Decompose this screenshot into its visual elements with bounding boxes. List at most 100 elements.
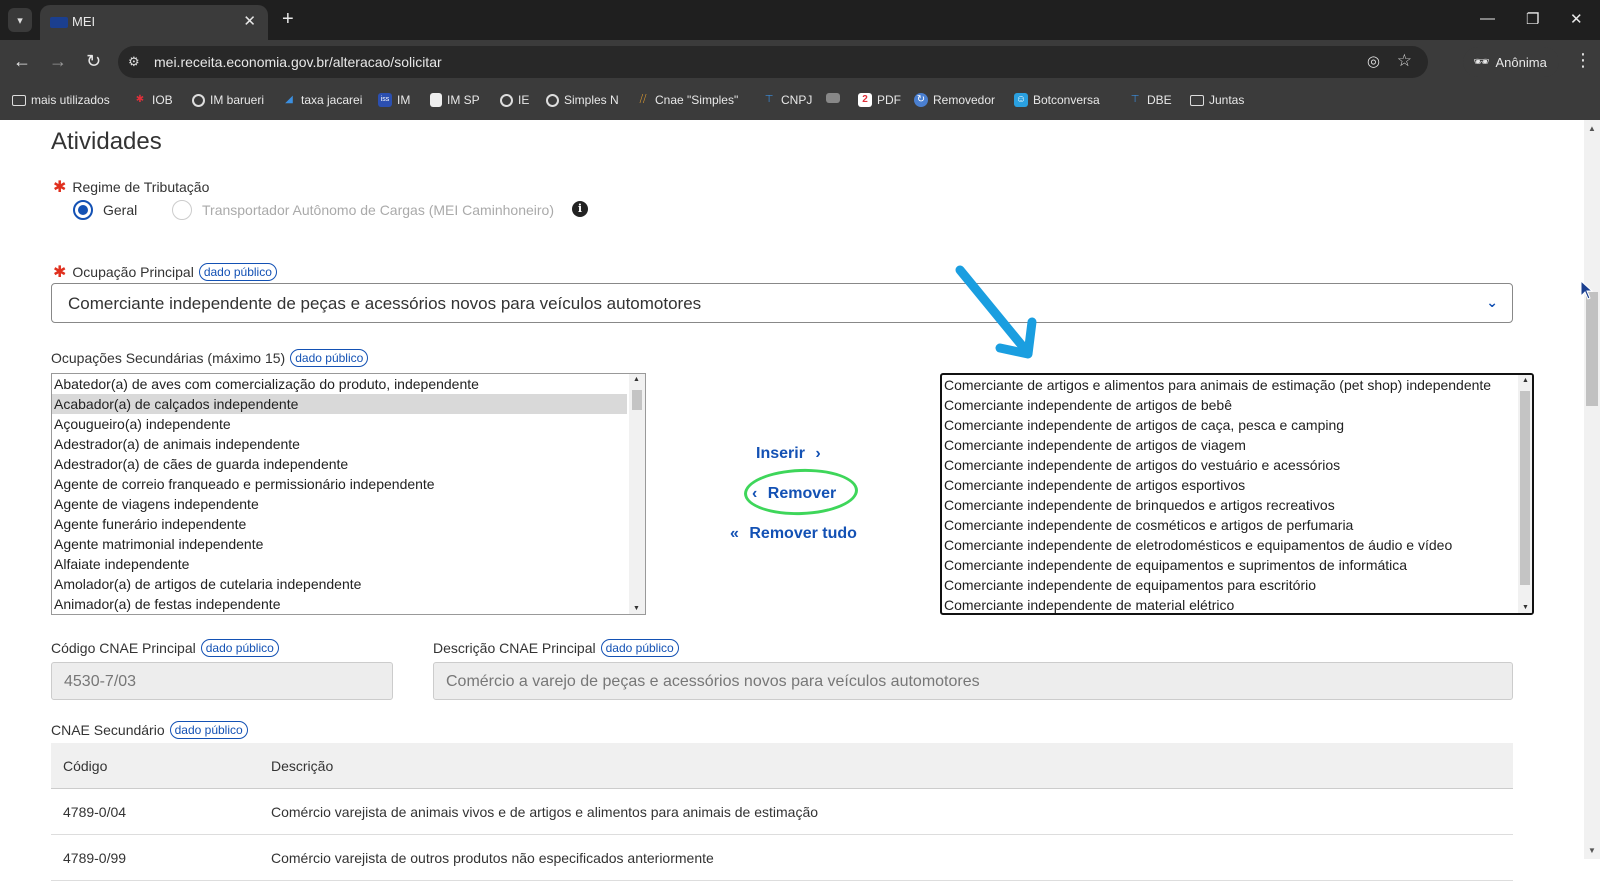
dado-publico-badge: dado público — [290, 349, 369, 367]
close-window-icon[interactable]: ✕ — [1570, 10, 1583, 28]
bookmark-item[interactable]: ✱ IOB — [133, 93, 173, 107]
bookmark-folder[interactable]: mais utilizados — [12, 93, 110, 107]
bookmark-item[interactable]: ⊤ DBE — [1128, 93, 1172, 107]
scroll-thumb[interactable] — [1520, 391, 1530, 585]
page-scroll-thumb[interactable] — [1586, 292, 1598, 406]
scroll-down-icon[interactable]: ▼ — [1522, 604, 1529, 611]
scroll-up-icon[interactable]: ▲ — [633, 376, 640, 383]
scroll-thumb[interactable] — [632, 390, 642, 410]
list-item[interactable]: Comerciante independente de artigos espo… — [942, 475, 1514, 495]
bookmark-item[interactable]: Simples N — [546, 93, 619, 107]
chevron-down-icon[interactable]: ⌄ — [1486, 294, 1498, 311]
list-item[interactable]: Comerciante independente de equipamentos… — [942, 555, 1514, 575]
list-item[interactable]: Açougueiro(a) independente — [52, 414, 627, 434]
eye-off-icon[interactable]: ◎ — [1367, 52, 1380, 70]
incognito-profile-button[interactable]: 🕶 Anônima — [1463, 47, 1559, 77]
bookmark-folder[interactable]: Juntas — [1190, 93, 1244, 107]
tab-search-icon[interactable]: ▾ — [8, 8, 32, 32]
bookmark-item[interactable]: ↻ Removedor — [914, 93, 995, 107]
list-item[interactable]: Animador(a) de festas independente — [52, 594, 627, 614]
back-icon[interactable]: ← — [13, 51, 31, 71]
list-item[interactable]: Agente de correio franqueado e permissio… — [52, 474, 627, 494]
iss-icon: iss — [378, 93, 392, 107]
listbox-scrollbar[interactable]: ▲ ▼ — [1518, 375, 1532, 613]
bookmark-item[interactable]: ☺ Botconversa — [1014, 93, 1100, 107]
descricao-cnae-value: Comércio a varejo de peças e acessórios … — [446, 673, 980, 690]
bookmark-item[interactable]: ◢ taxa jacarei — [282, 93, 362, 107]
list-item[interactable]: Alfaiate independente — [52, 554, 627, 574]
list-item[interactable]: Adestrador(a) de cães de guarda independ… — [52, 454, 627, 474]
remover-button[interactable]: ‹ Remover — [752, 485, 836, 503]
bookmark-label: IE — [518, 93, 530, 107]
bookmark-label: mais utilizados — [31, 93, 110, 107]
list-item[interactable]: Amolador(a) de artigos de cutelaria inde… — [52, 574, 627, 594]
chosen-occupations-listbox[interactable]: Comerciante de artigos e alimentos para … — [940, 373, 1534, 615]
bookmark-item[interactable]: ⧸⧸ Cnae "Simples" — [636, 93, 739, 107]
inserir-label: Inserir — [756, 445, 805, 462]
bookmark-item[interactable]: 2 PDF — [858, 93, 901, 107]
browser-tab-bar: ▾ MEI ✕ + — ❐ ✕ — [0, 0, 1600, 40]
list-item[interactable]: Comerciante independente de artigos de c… — [942, 415, 1514, 435]
list-item[interactable]: Comerciante independente de equipamentos… — [942, 575, 1514, 595]
list-item[interactable]: Comerciante independente de artigos do v… — [942, 455, 1514, 475]
list-item[interactable]: Adestrador(a) de animais independente — [52, 434, 627, 454]
available-occupations-listbox[interactable]: Abatedor(a) de aves com comercialização … — [51, 373, 646, 615]
bookmark-item[interactable]: IM SP — [430, 93, 480, 107]
bookmark-item[interactable]: IM barueri — [192, 93, 264, 107]
browser-tab[interactable]: MEI ✕ — [40, 5, 268, 40]
bookmark-item[interactable]: IE — [500, 93, 529, 107]
scroll-up-icon[interactable]: ▲ — [1588, 124, 1596, 133]
ocupacao-principal-select[interactable]: Comerciante independente de peças e aces… — [51, 283, 1513, 323]
forward-icon[interactable]: → — [49, 51, 67, 71]
globe-icon — [500, 93, 513, 107]
ocupacao-principal-value: Comerciante independente de peças e aces… — [68, 294, 702, 313]
bookmark-label: Cnae "Simples" — [655, 93, 739, 107]
radio-mei-caminhoneiro-label[interactable]: Transportador Autônomo de Cargas (MEI Ca… — [202, 202, 554, 218]
cnpj-icon: ⊤ — [764, 94, 774, 105]
bookmark-item[interactable]: iss IM — [378, 93, 410, 107]
ocupacao-principal-label: ✱ Ocupação Principal dado público — [53, 262, 277, 282]
info-icon[interactable]: i — [572, 201, 588, 217]
page-scrollbar[interactable]: ▲ ▼ — [1584, 120, 1600, 859]
inserir-button[interactable]: Inserir › — [756, 445, 821, 463]
bookmark-star-icon[interactable]: ☆ — [1397, 51, 1412, 71]
radio-geral-label[interactable]: Geral — [103, 202, 137, 218]
minimize-icon[interactable]: — — [1480, 10, 1495, 27]
list-item[interactable]: Comerciante independente de artigos de b… — [942, 395, 1514, 415]
listbox-scrollbar[interactable]: ▲ ▼ — [629, 374, 645, 614]
radio-mei-caminhoneiro[interactable] — [172, 200, 192, 220]
list-item[interactable]: Agente de viagens independente — [52, 494, 627, 514]
list-item[interactable]: Comerciante independente de eletrodomést… — [942, 535, 1514, 555]
annotation-arrow-icon — [955, 265, 1037, 359]
list-item[interactable]: Abatedor(a) de aves com comercialização … — [52, 374, 627, 394]
required-asterisk-icon: ✱ — [53, 179, 67, 196]
site-info-icon[interactable]: ⚙ — [128, 54, 140, 70]
scroll-down-icon[interactable]: ▼ — [633, 605, 640, 612]
scroll-up-icon[interactable]: ▲ — [1522, 377, 1529, 384]
cell-descricao: Comércio varejista de animais vivos e de… — [271, 804, 819, 820]
scroll-down-icon[interactable]: ▼ — [1588, 846, 1596, 855]
reload-icon[interactable]: ↻ — [86, 51, 101, 71]
list-item[interactable]: Comerciante independente de cosméticos e… — [942, 515, 1514, 535]
remover-tudo-button[interactable]: « Remover tudo — [730, 525, 857, 543]
bookmark-item[interactable]: ⊤ CNPJ — [762, 93, 813, 107]
list-item[interactable]: Acabador(a) de calçados independente — [52, 394, 627, 414]
list-item[interactable]: Comerciante independente de brinquedos e… — [942, 495, 1514, 515]
descricao-cnae-principal-label: Descrição CNAE Principal dado público — [433, 639, 679, 657]
dado-publico-badge: dado público — [198, 263, 277, 281]
list-item[interactable]: Comerciante independente de artigos de v… — [942, 435, 1514, 455]
close-tab-icon[interactable]: ✕ — [243, 12, 256, 30]
new-tab-icon[interactable]: + — [282, 8, 294, 30]
restore-icon[interactable]: ❐ — [1526, 10, 1539, 28]
list-item[interactable]: Comerciante de artigos e alimentos para … — [942, 375, 1514, 395]
list-item[interactable]: Agente funerário independente — [52, 514, 627, 534]
url-text[interactable]: mei.receita.economia.gov.br/alteracao/so… — [154, 54, 442, 70]
bookmark-item[interactable] — [826, 93, 840, 103]
bookmark-label: PDF — [877, 93, 901, 107]
radio-geral[interactable] — [73, 200, 93, 220]
menu-kebab-icon[interactable]: ⋮ — [1574, 50, 1592, 71]
list-item[interactable]: Agente matrimonial independente — [52, 534, 627, 554]
address-bar[interactable]: ⚙ mei.receita.economia.gov.br/alteracao/… — [118, 46, 1428, 78]
list-item[interactable]: Comerciante independente de material elé… — [942, 595, 1514, 613]
dbe-icon: ⊤ — [1130, 94, 1140, 105]
